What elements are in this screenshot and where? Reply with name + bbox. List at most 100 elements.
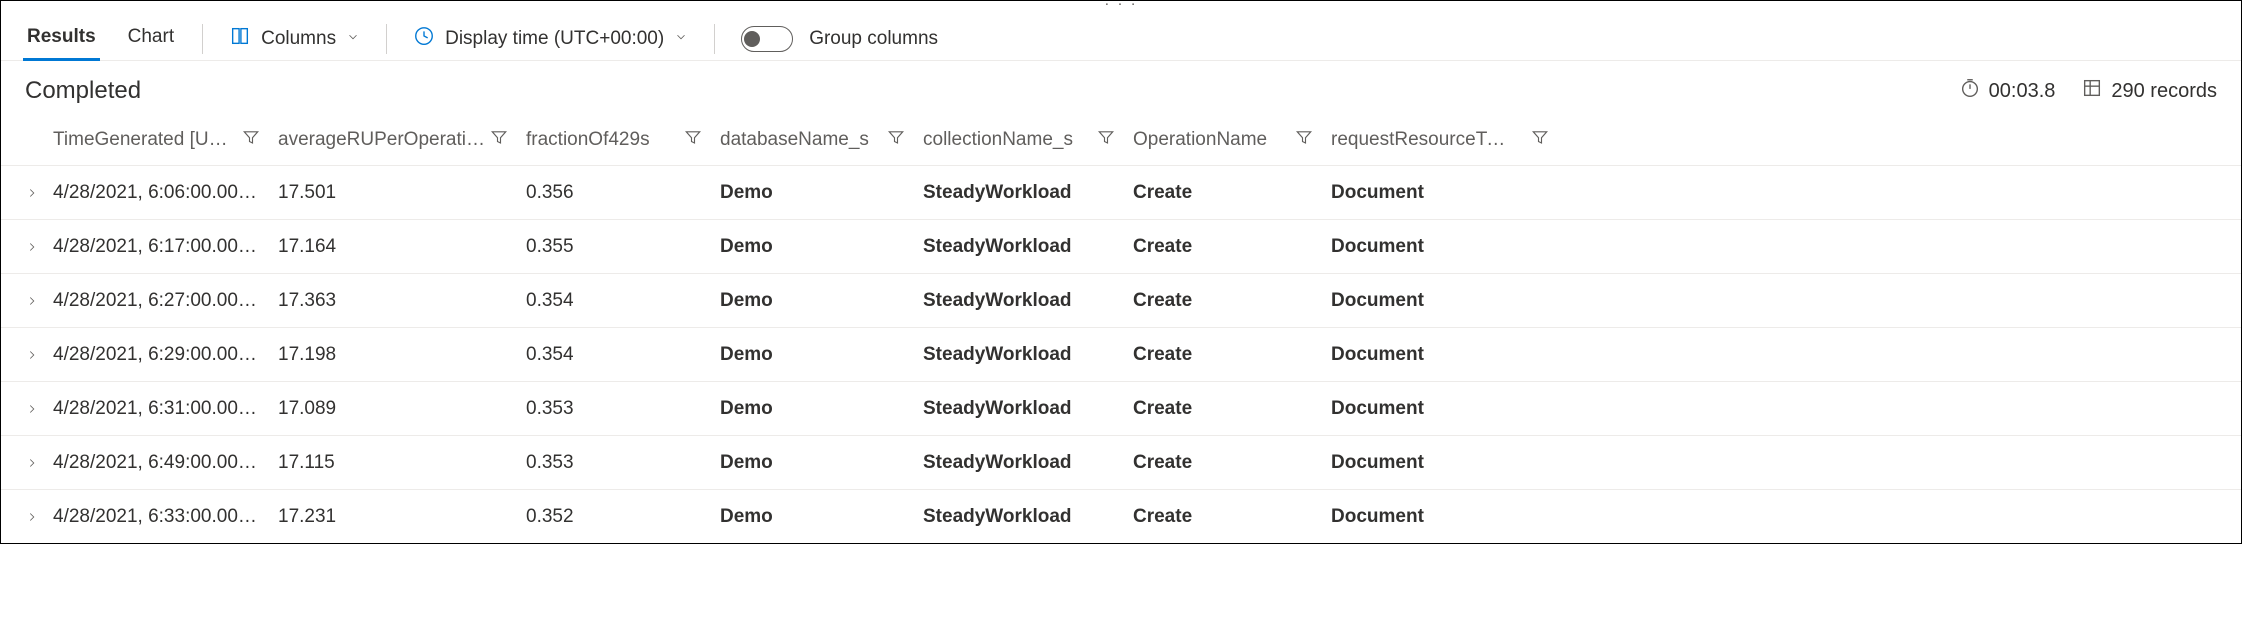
overflow-ellipsis[interactable]: · · · [1, 1, 2241, 11]
cell-avgru: 17.164 [278, 236, 526, 258]
query-status: Completed [25, 77, 141, 105]
cell-db: Demo [720, 506, 923, 528]
column-label: requestResourceType_s [1331, 129, 1513, 151]
column-header-frac429[interactable]: fractionOf429s [526, 128, 720, 152]
status-bar: Completed 00:03.8 290 records [1, 61, 2241, 115]
table-row: 4/28/2021, 6:31:00.000 PM 17.089 0.353 D… [1, 381, 2241, 435]
column-header-avgru[interactable]: averageRUPerOperation [278, 128, 526, 152]
cell-time: 4/28/2021, 6:06:00.000 PM [53, 182, 278, 204]
cell-frac429: 0.353 [526, 398, 720, 420]
cell-op: Create [1133, 344, 1331, 366]
cell-time: 4/28/2021, 6:29:00.000 PM [53, 344, 278, 366]
columns-dropdown[interactable]: Columns [229, 25, 360, 53]
cell-coll: SteadyWorkload [923, 452, 1133, 474]
cell-db: Demo [720, 398, 923, 420]
cell-frac429: 0.352 [526, 506, 720, 528]
toolbar: Results Chart Columns Display time (UTC+… [1, 11, 2241, 61]
separator [386, 24, 387, 54]
expand-row-button[interactable] [11, 456, 53, 470]
cell-db: Demo [720, 344, 923, 366]
view-tabs: Results Chart [25, 17, 176, 60]
expand-row-button[interactable] [11, 240, 53, 254]
cell-restype: Document [1331, 182, 1531, 204]
elapsed-value: 00:03.8 [1989, 80, 2056, 103]
display-time-dropdown[interactable]: Display time (UTC+00:00) [413, 25, 688, 53]
expand-row-button[interactable] [11, 402, 53, 416]
clock-icon [413, 25, 435, 53]
cell-time: 4/28/2021, 6:49:00.000 PM [53, 452, 278, 474]
cell-frac429: 0.353 [526, 452, 720, 474]
filter-icon[interactable] [1097, 128, 1115, 152]
display-time-label: Display time (UTC+00:00) [445, 28, 664, 50]
toggle-switch-icon [741, 26, 793, 52]
cell-frac429: 0.354 [526, 344, 720, 366]
table-row: 4/28/2021, 6:29:00.000 PM 17.198 0.354 D… [1, 327, 2241, 381]
table-row: 4/28/2021, 6:27:00.000 PM 17.363 0.354 D… [1, 273, 2241, 327]
column-header-db[interactable]: databaseName_s [720, 128, 923, 152]
stopwatch-icon [1959, 77, 1981, 105]
separator [202, 24, 203, 54]
cell-avgru: 17.231 [278, 506, 526, 528]
results-table: TimeGenerated [UTC] averageRUPerOperatio… [1, 115, 2241, 543]
chevron-down-icon [674, 28, 688, 50]
expand-row-button[interactable] [11, 294, 53, 308]
cell-op: Create [1133, 236, 1331, 258]
cell-avgru: 17.115 [278, 452, 526, 474]
column-header-time[interactable]: TimeGenerated [UTC] [53, 128, 278, 152]
cell-avgru: 17.089 [278, 398, 526, 420]
cell-op: Create [1133, 398, 1331, 420]
column-label: OperationName [1133, 129, 1267, 151]
table-header-row: TimeGenerated [UTC] averageRUPerOperatio… [1, 115, 2241, 165]
tab-chart[interactable]: Chart [126, 16, 176, 60]
cell-restype: Document [1331, 236, 1531, 258]
cell-db: Demo [720, 182, 923, 204]
cell-restype: Document [1331, 290, 1531, 312]
group-columns-toggle[interactable]: Group columns [741, 26, 938, 52]
records-icon [2081, 77, 2103, 105]
tab-results[interactable]: Results [25, 16, 98, 60]
cell-avgru: 17.501 [278, 182, 526, 204]
filter-icon[interactable] [1531, 128, 1549, 152]
table-row: 4/28/2021, 6:33:00.000 PM 17.231 0.352 D… [1, 489, 2241, 543]
expand-row-button[interactable] [11, 348, 53, 362]
cell-op: Create [1133, 182, 1331, 204]
cell-coll: SteadyWorkload [923, 506, 1133, 528]
columns-label: Columns [261, 28, 336, 50]
column-header-coll[interactable]: collectionName_s [923, 128, 1133, 152]
filter-icon[interactable] [887, 128, 905, 152]
column-label: fractionOf429s [526, 129, 650, 151]
column-label: TimeGenerated [UTC] [53, 129, 238, 151]
record-count: 290 records [2081, 77, 2217, 105]
cell-restype: Document [1331, 344, 1531, 366]
cell-coll: SteadyWorkload [923, 236, 1133, 258]
cell-coll: SteadyWorkload [923, 182, 1133, 204]
cell-time: 4/28/2021, 6:27:00.000 PM [53, 290, 278, 312]
cell-db: Demo [720, 290, 923, 312]
filter-icon[interactable] [490, 128, 508, 152]
cell-op: Create [1133, 452, 1331, 474]
cell-coll: SteadyWorkload [923, 344, 1133, 366]
filter-icon[interactable] [1295, 128, 1313, 152]
filter-icon[interactable] [242, 128, 260, 152]
cell-frac429: 0.355 [526, 236, 720, 258]
column-header-filter-last[interactable] [1531, 128, 1549, 152]
elapsed-time: 00:03.8 [1959, 77, 2056, 105]
records-value: 290 records [2111, 80, 2217, 103]
chevron-down-icon [346, 28, 360, 50]
table-row: 4/28/2021, 6:06:00.000 PM 17.501 0.356 D… [1, 165, 2241, 219]
table-row: 4/28/2021, 6:49:00.000 PM 17.115 0.353 D… [1, 435, 2241, 489]
column-label: averageRUPerOperation [278, 129, 486, 151]
columns-icon [229, 25, 251, 53]
filter-icon[interactable] [684, 128, 702, 152]
column-header-restype[interactable]: requestResourceType_s [1331, 129, 1531, 151]
cell-frac429: 0.354 [526, 290, 720, 312]
expand-row-button[interactable] [11, 510, 53, 524]
cell-avgru: 17.363 [278, 290, 526, 312]
cell-restype: Document [1331, 506, 1531, 528]
cell-restype: Document [1331, 398, 1531, 420]
cell-op: Create [1133, 290, 1331, 312]
expand-row-button[interactable] [11, 186, 53, 200]
cell-coll: SteadyWorkload [923, 398, 1133, 420]
column-header-op[interactable]: OperationName [1133, 128, 1331, 152]
group-columns-label: Group columns [809, 28, 938, 50]
